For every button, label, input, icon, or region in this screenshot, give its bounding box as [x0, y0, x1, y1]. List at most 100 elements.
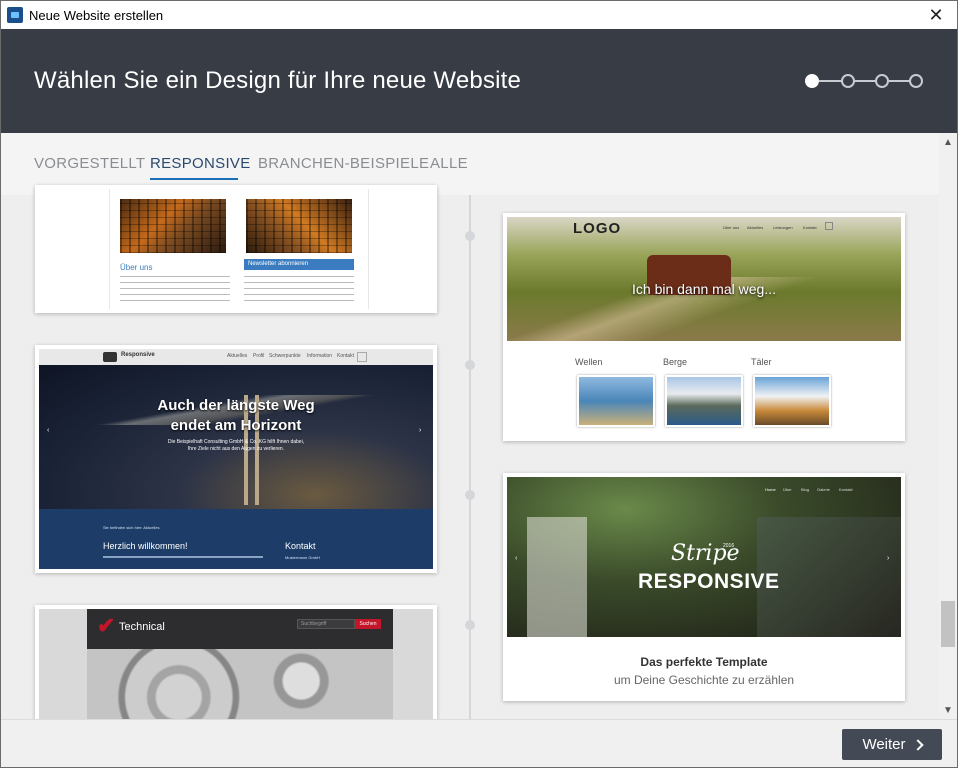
timeline-dot: [465, 360, 475, 370]
logo-icon: [103, 352, 117, 362]
hero-headline-1: Auch der längste Weg: [157, 397, 315, 414]
active-tab-indicator: [150, 178, 238, 180]
caption-subtitle: um Deine Geschichte zu erzählen: [613, 673, 795, 687]
contact-heading: Kontakt: [285, 541, 316, 551]
nav-item: Leistungen: [773, 225, 793, 230]
template-card-business[interactable]: Über uns Newsletter abonnieren: [35, 185, 437, 313]
template-card-responsive[interactable]: Responsive Aktuelles Profil Schwerpunkte…: [35, 345, 437, 573]
tab-vorgestellt[interactable]: VORGESTELLT: [34, 155, 145, 172]
hero-tagline: Ich bin dann mal weg...: [632, 281, 776, 297]
next-button-label: Weiter: [862, 736, 906, 753]
close-icon: ✕: [928, 4, 944, 25]
nav-item: Kontakt: [803, 225, 817, 230]
nav-item: Home: [765, 487, 776, 492]
template-logo: LOGO: [573, 220, 622, 237]
scroll-up-icon[interactable]: ▲: [939, 133, 957, 151]
contact-name: Mustermann GmbH: [285, 555, 320, 560]
stripe-big-word: RESPONSIVE: [638, 570, 780, 593]
content-section: Sie befinden sich hier: Aktuelles Herzli…: [39, 509, 433, 569]
step-dot-4: [909, 74, 923, 88]
gallery-label: Täler: [751, 357, 772, 367]
stripe-year: 2016: [723, 543, 735, 549]
timeline-dot: [465, 490, 475, 500]
breadcrumb: Sie befinden sich hier: Aktuelles: [103, 525, 160, 530]
check-logo-icon: ✔: [97, 613, 116, 638]
hero-headline-2: endet am Horizont: [170, 417, 302, 434]
nav-item: Aktuelles: [227, 353, 248, 359]
step-dot-3: [875, 74, 889, 88]
hero-subline-2: Ihre Ziele nicht aus den Augen zu verlie…: [187, 446, 285, 452]
nav-item: Aktuelles: [747, 225, 764, 230]
next-button[interactable]: Weiter: [842, 729, 942, 760]
caption-title: Das perfekte Template: [640, 655, 768, 669]
gallery-label: Berge: [663, 357, 688, 367]
meadow-image: [507, 217, 901, 341]
nav-item: Kontakt: [337, 353, 354, 359]
template-card-stripe[interactable]: Home Über Blog Galerie Kontakt Stripe 20…: [503, 473, 905, 701]
search-button: Suchen: [355, 619, 381, 629]
building-image: [246, 199, 352, 253]
wizard-header: Wählen Sie ein Design für Ihre neue Webs…: [1, 29, 957, 133]
template-navbar: ✔ Technical Suchbegriff Suchen: [87, 609, 393, 649]
tab-branchen-beispiele[interactable]: BRANCHEN-BEISPIELE: [258, 155, 429, 172]
slider-next-icon: ›: [419, 427, 422, 434]
step-dot-1: [805, 74, 819, 88]
nav-item: Profil: [253, 353, 265, 359]
template-title: Technical: [119, 621, 165, 633]
nav-item: Schwerpunkte: [269, 353, 301, 359]
chevron-right-icon: [911, 739, 924, 751]
timeline-dot: [465, 620, 475, 630]
close-button[interactable]: ✕: [915, 1, 957, 29]
template-card-technical[interactable]: ✔ Technical Suchbegriff Suchen: [35, 605, 437, 719]
bridge-image: [39, 365, 433, 509]
page-title: Wählen Sie ein Design für Ihre neue Webs…: [34, 67, 522, 94]
step-connector: [889, 80, 911, 82]
nav-item: Blog: [801, 487, 810, 492]
template-gallery: VORGESTELLT RESPONSIVE BRANCHEN-BEISPIEL…: [1, 133, 957, 719]
gallery-label: Wellen: [575, 357, 603, 367]
search-icon: [357, 352, 367, 362]
title-bar: Neue Website erstellen ✕: [1, 1, 957, 29]
nav-item: Kontakt: [839, 487, 853, 492]
welcome-heading: Herzlich willkommen!: [103, 541, 188, 551]
slider-next-icon: ›: [887, 555, 890, 562]
placeholder-text: [103, 556, 263, 558]
tab-alle[interactable]: ALLE: [430, 155, 468, 172]
nav-item: Über uns: [723, 225, 740, 230]
wizard-footer: Weiter: [1, 719, 957, 767]
newsletter-label: Newsletter abonnieren: [244, 259, 354, 270]
placeholder-text: [244, 275, 354, 301]
search-input: Suchbegriff: [297, 619, 355, 629]
gallery-thumbnail-wellen: [577, 375, 655, 427]
tab-responsive[interactable]: RESPONSIVE: [150, 155, 251, 172]
slider-prev-icon: ‹: [515, 555, 518, 562]
timeline-dot: [465, 231, 475, 241]
search-icon: [825, 222, 833, 230]
gallery-thumbnail-berge: [665, 375, 743, 427]
about-heading: Über uns: [120, 263, 153, 272]
nav-item: Über: [783, 487, 792, 492]
dialog-window: Neue Website erstellen ✕ Wählen Sie ein …: [0, 0, 958, 768]
step-dot-2: [841, 74, 855, 88]
gallery-thumbnail-taeler: [753, 375, 831, 427]
step-connector: [855, 80, 877, 82]
placeholder-text: [120, 275, 230, 301]
template-navbar: Responsive Aktuelles Profil Schwerpunkte…: [39, 349, 433, 365]
step-indicator: [805, 73, 923, 89]
step-connector: [819, 80, 843, 82]
slider-prev-icon: ‹: [47, 427, 50, 434]
nav-item: Galerie: [817, 487, 830, 492]
vertical-scrollbar[interactable]: ▲ ▼: [939, 133, 957, 719]
scroll-thumb[interactable]: [941, 601, 955, 647]
timeline-line: [469, 195, 471, 719]
scroll-down-icon[interactable]: ▼: [939, 701, 957, 719]
window-title: Neue Website erstellen: [29, 7, 164, 23]
hero-subline-1: Die Beispielhaft Consulting GmbH & Co. K…: [167, 439, 305, 445]
nav-item: Information: [307, 353, 333, 359]
template-logo-text: Responsive: [121, 352, 155, 358]
template-card-travel[interactable]: LOGO Über uns Aktuelles Leistungen Konta…: [503, 213, 905, 441]
template-preview: Über uns Newsletter abonnieren: [109, 189, 369, 309]
app-icon: [7, 7, 23, 23]
building-image: [120, 199, 226, 253]
gears-image: [87, 649, 393, 719]
